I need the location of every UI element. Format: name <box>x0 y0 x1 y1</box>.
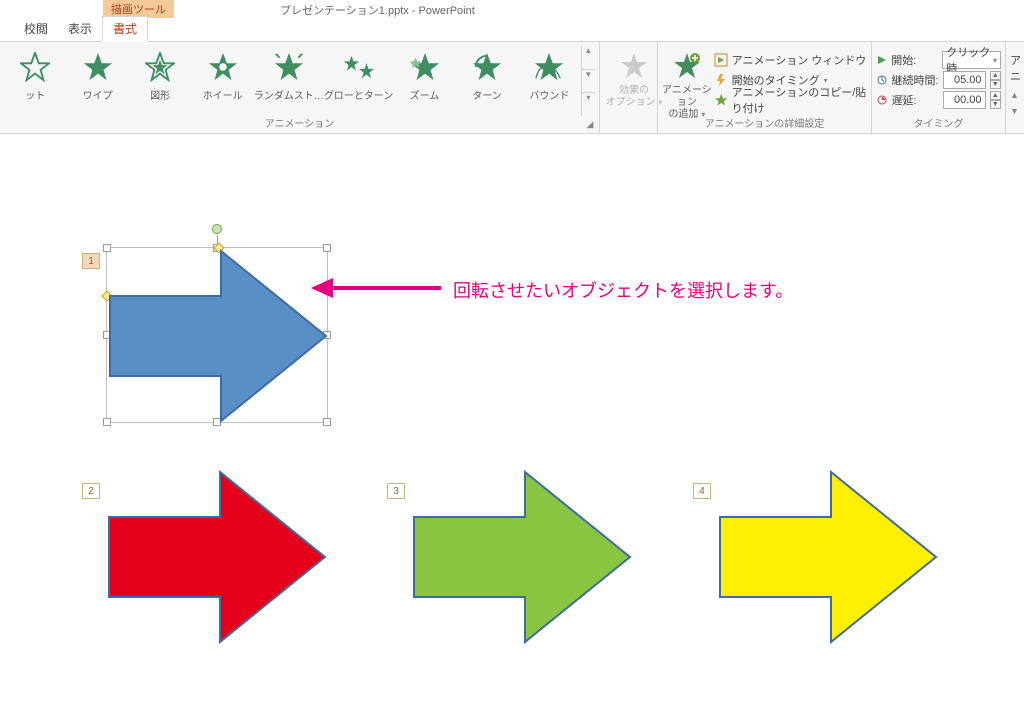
anim-item-label: 図形 <box>129 87 191 102</box>
ribbon-tabs: 校閲 表示 書式 <box>0 20 1024 42</box>
star-icon <box>83 52 113 82</box>
animation-tag-3[interactable]: 3 <box>387 483 405 499</box>
anim-item-0[interactable]: ット <box>4 46 66 116</box>
group-advanced-animation: アニメーションの追加 ▾ アニメーション ウィンドウ 開始のタイミング ▾ アニ… <box>658 42 872 133</box>
anim-item-7[interactable]: ターン <box>456 46 518 116</box>
anim-item-6[interactable]: ズーム <box>393 46 455 116</box>
star-icon <box>410 52 440 82</box>
anim-item-label: バウンド <box>518 87 580 102</box>
move-earlier-button[interactable]: ▲ <box>1010 84 1020 100</box>
ribbon: ット ワイプ 図形 ホイール ランダムスト… グローとターン <box>0 42 1024 134</box>
reorder-label: アニ <box>1010 46 1020 84</box>
duration-field[interactable]: 05.00 <box>943 71 985 89</box>
delay-icon <box>876 94 887 106</box>
gallery-scroll: ▲ ▼ ▾ <box>581 46 595 116</box>
star-icon <box>344 52 374 82</box>
star-icon <box>274 52 304 82</box>
selection-box[interactable] <box>106 247 328 423</box>
animation-pane-label: アニメーション ウィンドウ <box>732 52 867 68</box>
anim-item-label: ターン <box>456 87 518 102</box>
duration-up[interactable]: ▲ <box>990 71 1001 80</box>
group-animation: ット ワイプ 図形 ホイール ランダムスト… グローとターン <box>0 42 600 133</box>
tab-review[interactable]: 校閲 <box>14 17 58 41</box>
anim-item-1[interactable]: ワイプ <box>66 46 128 116</box>
dialog-launcher-animation[interactable]: ◢ <box>585 119 595 129</box>
star-icon <box>145 52 175 82</box>
anim-item-2[interactable]: 図形 <box>129 46 191 116</box>
star-icon <box>534 52 564 82</box>
play-icon <box>876 54 887 66</box>
duration-value: 05.00 <box>954 74 982 86</box>
delay-spinner: ▲▼ <box>990 91 1001 109</box>
callout-text: 回転させたいオブジェクトを選択します。 <box>453 277 793 303</box>
delay-value: 00.00 <box>954 94 982 106</box>
group-timing: 開始: クリック時▾ 継続時間: 05.00 ▲▼ 遅延: 00.00 ▲▼ タ… <box>872 42 1006 133</box>
anim-item-label: ワイプ <box>66 87 128 102</box>
arrow-shape-green[interactable] <box>411 469 633 645</box>
effect-options-line2: オプション <box>606 97 656 108</box>
gallery-more-button[interactable]: ▾ <box>582 93 595 116</box>
add-animation-button[interactable]: アニメーションの追加 ▾ <box>662 46 712 116</box>
gallery-up-button[interactable]: ▲ <box>582 46 595 70</box>
duration-spinner: ▲▼ <box>990 71 1001 89</box>
group-label-timing: タイミング <box>872 115 1005 130</box>
start-combo[interactable]: クリック時▾ <box>942 51 1001 69</box>
start-label: 開始: <box>891 52 938 68</box>
anim-item-label: ランダムスト… <box>254 87 324 102</box>
animation-gallery[interactable]: ット ワイプ 図形 ホイール ランダムスト… グローとターン <box>4 46 595 116</box>
anim-item-8[interactable]: バウンド <box>518 46 580 116</box>
delay-label: 遅延: <box>891 92 939 108</box>
star-icon <box>620 52 648 80</box>
add-animation-line1: アニメーション <box>662 85 712 108</box>
delay-up[interactable]: ▲ <box>990 91 1001 100</box>
animation-pane-button[interactable]: アニメーション ウィンドウ <box>712 50 867 70</box>
animation-painter-button[interactable]: アニメーションのコピー/貼り付け <box>712 90 867 110</box>
anim-item-label: ズーム <box>393 87 455 102</box>
document-title: プレゼンテーション1.pptx - PowerPoint <box>280 2 475 18</box>
group-label-advanced: アニメーションの詳細設定 <box>658 115 871 130</box>
clock-icon <box>876 74 887 86</box>
anim-item-label: グローとターン <box>324 87 394 102</box>
painter-icon <box>714 93 728 107</box>
star-icon <box>208 52 238 82</box>
anim-item-5[interactable]: グローとターン <box>324 46 394 116</box>
effect-options-line1: 効果の <box>619 85 649 96</box>
rotation-handle[interactable] <box>212 224 222 234</box>
gallery-down-button[interactable]: ▼ <box>582 70 595 94</box>
slide-canvas[interactable]: 1 回転させたいオブジェクトを選択します。 2 3 4 <box>0 134 1024 727</box>
pane-icon <box>714 53 728 67</box>
animation-tag-1[interactable]: 1 <box>82 253 100 269</box>
anim-item-label: ット <box>4 87 66 102</box>
delay-field[interactable]: 00.00 <box>943 91 985 109</box>
anim-item-label: ホイール <box>191 87 253 102</box>
move-later-button[interactable]: ▼ <box>1010 100 1020 116</box>
arrow-shape-red[interactable] <box>106 469 328 645</box>
anim-item-4[interactable]: ランダムスト… <box>254 46 324 116</box>
animation-tag-4[interactable]: 4 <box>693 483 711 499</box>
callout-arrow-icon <box>311 276 441 300</box>
tab-view[interactable]: 表示 <box>58 17 102 41</box>
effect-options-button: 効果のオプション ▾ <box>604 46 664 116</box>
star-icon <box>472 52 502 82</box>
duration-down[interactable]: ▼ <box>990 80 1001 89</box>
delay-down[interactable]: ▼ <box>990 100 1001 109</box>
star-plus-icon <box>673 52 701 80</box>
group-label-animation: アニメーション <box>0 115 599 130</box>
tab-format[interactable]: 書式 <box>102 16 148 42</box>
duration-label: 継続時間: <box>891 72 939 88</box>
star-icon <box>20 52 50 82</box>
animation-painter-label: アニメーションのコピー/貼り付け <box>732 84 867 116</box>
group-reorder: アニ ▲ ▼ <box>1006 42 1024 133</box>
trigger-icon <box>714 73 728 87</box>
arrow-shape-blue[interactable] <box>107 248 329 424</box>
arrow-shape-yellow[interactable] <box>717 469 939 645</box>
animation-tag-2[interactable]: 2 <box>82 483 100 499</box>
anim-item-3[interactable]: ホイール <box>191 46 253 116</box>
group-effect-options: 効果のオプション ▾ <box>600 42 658 133</box>
